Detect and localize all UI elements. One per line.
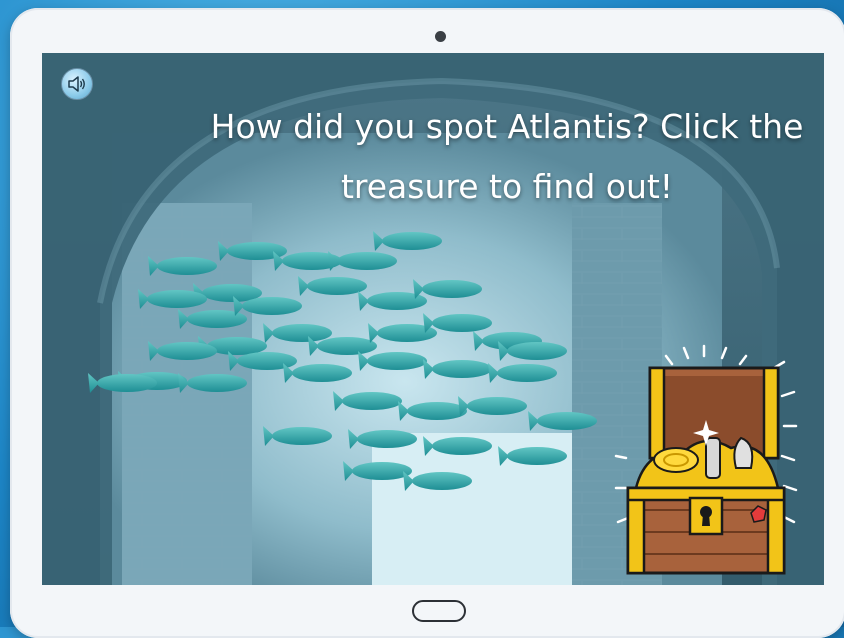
game-screen: How did you spot Atlantis? Click the tre… [42,53,824,585]
treasure-chest-button[interactable] [606,338,806,585]
front-camera [435,31,446,42]
prompt-text: How did you spot Atlantis? Click the tre… [210,107,804,206]
sound-button[interactable] [61,68,93,100]
home-button[interactable] [412,600,466,622]
speaker-icon [68,76,85,92]
treasure-chest-icon [614,344,798,575]
